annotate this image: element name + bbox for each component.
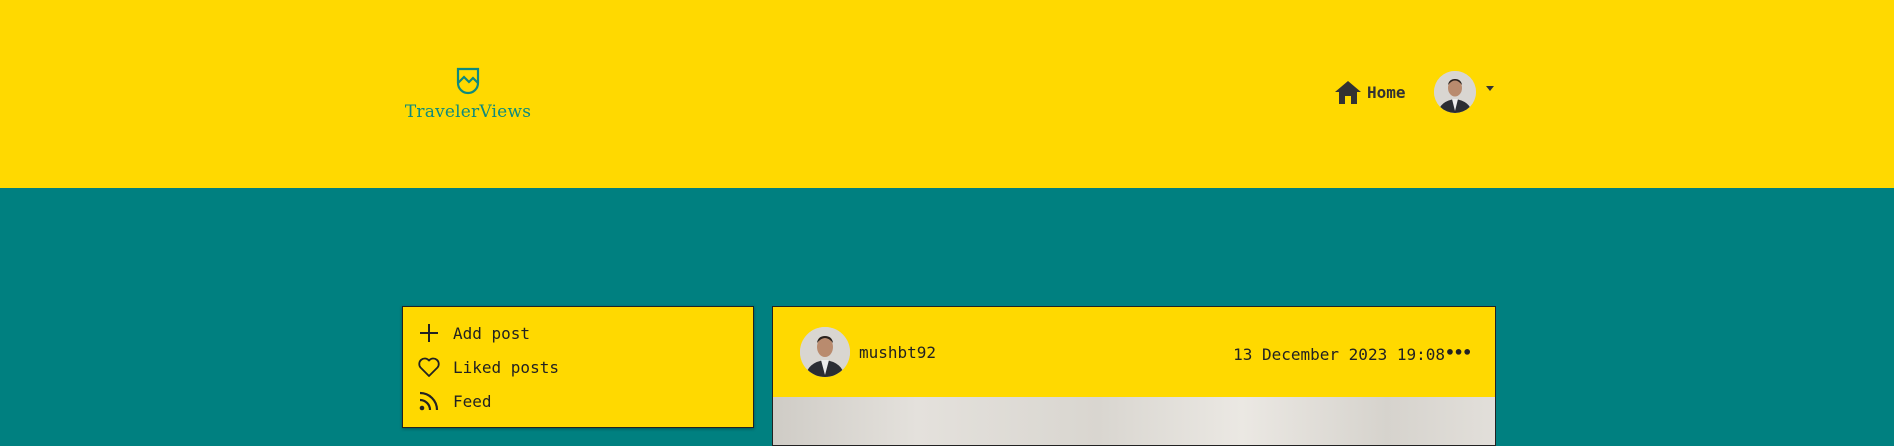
brand-logo-link[interactable]: TravelerViews bbox=[404, 66, 532, 122]
post-timestamp: 13 December 2023 19:08 bbox=[1233, 345, 1445, 364]
avatar[interactable] bbox=[1434, 71, 1476, 113]
post-author-username[interactable]: mushbt92 bbox=[859, 343, 936, 362]
brand-name: TravelerViews bbox=[404, 102, 532, 122]
rss-icon bbox=[419, 391, 439, 411]
nav-home-link[interactable]: Home bbox=[1333, 79, 1406, 106]
plus-icon bbox=[420, 324, 438, 342]
home-icon bbox=[1335, 81, 1361, 104]
traveler-logo-icon bbox=[456, 67, 480, 95]
post-more-options-button[interactable]: ••• bbox=[1445, 343, 1472, 362]
chevron-down-icon[interactable] bbox=[1486, 85, 1494, 91]
post-card: mushbt92 13 December 2023 19:08 ••• bbox=[772, 306, 1496, 446]
sidebar-item-feed[interactable]: Feed bbox=[417, 389, 492, 413]
sidebar-item-label: Feed bbox=[453, 391, 492, 411]
user-avatar-icon bbox=[1434, 71, 1476, 113]
sidebar-item-label: Add post bbox=[453, 323, 531, 343]
user-menu-toggle[interactable] bbox=[1434, 71, 1494, 113]
post-image[interactable] bbox=[773, 397, 1495, 445]
author-avatar-icon bbox=[800, 327, 850, 377]
sidebar-item-label: Liked posts bbox=[453, 357, 559, 377]
post-header: mushbt92 13 December 2023 19:08 ••• bbox=[773, 307, 1495, 397]
sidebar-item-liked-posts[interactable]: Liked posts bbox=[417, 355, 559, 379]
top-navbar: TravelerViews Home bbox=[0, 0, 1894, 188]
sidebar-menu: Add post Liked posts Feed bbox=[402, 306, 754, 428]
sidebar-item-add-post[interactable]: Add post bbox=[417, 321, 530, 345]
nav-home-label: Home bbox=[1367, 83, 1406, 102]
heart-icon bbox=[418, 357, 440, 377]
post-author-avatar[interactable] bbox=[800, 327, 850, 377]
